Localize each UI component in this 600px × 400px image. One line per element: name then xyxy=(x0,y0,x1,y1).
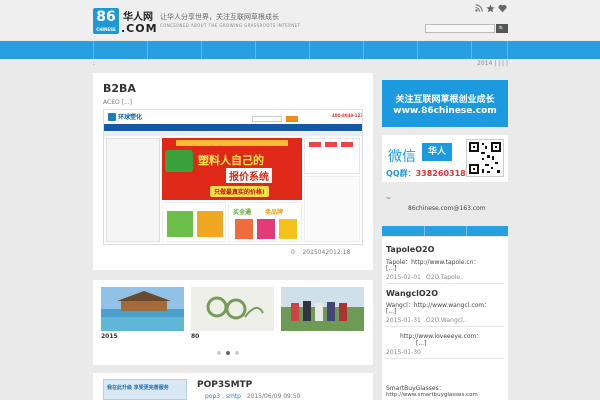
heart-icon[interactable] xyxy=(498,4,507,13)
sidebar-tabs xyxy=(382,226,508,236)
sidebar-post-text-1: Tapole：http://www.tapole.cn： xyxy=(386,259,480,266)
wechat-qq-block: 微信 华人 QQ群：338260318 xyxy=(382,135,508,182)
thumb-products xyxy=(162,202,226,242)
thumb-subnav xyxy=(104,132,362,136)
sidebar-post-text-3: http://www.loveeeye.com： xyxy=(400,333,483,340)
thumb-nav xyxy=(104,124,362,131)
thumb-banner-sub: 只做最真实的价格! xyxy=(210,186,269,197)
nav-item-3[interactable] xyxy=(201,41,255,59)
promo-banner[interactable]: 关注互联网草根创业成长 www.86chinese.com xyxy=(382,80,508,127)
slide-image-1[interactable] xyxy=(101,287,184,331)
bottom-post-date: 2015/06/09 09:50 xyxy=(246,393,301,400)
promo-line-2: www.86chinese.com xyxy=(393,106,497,116)
sidebar-post-date-3: 2015-01-30 xyxy=(386,349,421,356)
bottom-post-thumb[interactable]: 我在此升级 享受更完善服务 xyxy=(103,379,187,400)
breadcrumb-right: 2014 | | | | xyxy=(477,60,508,67)
wechat-label: 微信 xyxy=(388,149,416,165)
slide-caption-2[interactable]: 80 xyxy=(191,333,199,340)
contact-email[interactable]: 86chinese.com@163.com xyxy=(408,205,486,212)
thumb-banner-truck xyxy=(165,150,193,172)
logo-number: 86 xyxy=(96,9,116,25)
nav-item-7[interactable] xyxy=(417,41,471,59)
search-button[interactable]: 🔍 xyxy=(496,24,508,33)
slogan: 让华人分享世界，关注互联网草根成长 xyxy=(160,13,279,21)
bottom-post-tag-2[interactable]: smtp xyxy=(226,393,241,400)
slider-dot-1[interactable] xyxy=(217,351,221,355)
nav-item-6[interactable] xyxy=(363,41,417,59)
sidebar-post-list: TapoleO2O Tapole：http://www.tapole.cn： [… xyxy=(382,237,508,400)
qq-group: QQ群：338260318 xyxy=(386,168,466,179)
thumb-banner: 塑料人自己的 报价系统 只做最真实的价格! xyxy=(162,138,302,200)
nav-item-8[interactable] xyxy=(471,41,508,59)
bottom-post-meta: pop3 , smtp 2015/06/09 09:50 xyxy=(205,393,301,400)
breadcrumb: : 2014 | | | | xyxy=(93,60,508,70)
bottom-post-title[interactable]: POP3SMTP xyxy=(197,380,252,390)
thumb-buy: 买全通 xyxy=(233,209,252,216)
slide-caption-1[interactable]: 2015 xyxy=(101,333,118,340)
slide-image-3[interactable] xyxy=(281,287,364,331)
thumb-brand: 环球塑化 xyxy=(118,114,143,121)
slide-image-2[interactable] xyxy=(191,287,274,331)
nav-item-home[interactable] xyxy=(93,41,147,59)
thumb-promo: 买全通 卖品牌 xyxy=(228,202,302,242)
nav-item-2[interactable] xyxy=(147,41,201,59)
sidebar-post-text-2: Wangcl：http://www.wangcl.com： xyxy=(386,302,491,309)
thumb-banner-pill: 报价系统 xyxy=(226,168,272,183)
comment-count[interactable]: 0 xyxy=(291,249,295,256)
sidebar-dash: ~ xyxy=(386,195,392,202)
bottom-post-card: 我在此升级 享受更完善服务 POP3SMTP pop3 , smtp 2015/… xyxy=(93,373,373,400)
main-post-card: B2BA ACEO [...] 环球塑化 400-8049-123 塑料人自己的… xyxy=(93,73,373,270)
qq-label: QQ群： xyxy=(386,169,416,178)
bottom-post-tag-1[interactable]: pop3 xyxy=(205,393,220,400)
nav-item-5[interactable] xyxy=(309,41,363,59)
site-name: 华人网 xyxy=(123,12,153,23)
sidebar-post-date-1: 2015-02-01 xyxy=(386,274,421,281)
qr-code-image xyxy=(466,139,504,177)
slogan-en: CONCERNED ABOUT THE GROWING GRASSROOTS I… xyxy=(160,23,301,28)
thumb-phone: 400-8049-123 xyxy=(332,113,363,118)
sidebar-post-date-2: 2015-01-31 xyxy=(386,317,421,324)
sidebar-post-more-3[interactable]: [...] xyxy=(416,340,426,347)
qq-number: 338260318 xyxy=(415,169,466,178)
sidebar-post-more-4[interactable]: http://www.smartbuyglasses.com xyxy=(386,392,478,398)
rss-icon[interactable] xyxy=(474,4,483,13)
thumb-search xyxy=(252,116,282,122)
sidebar-post-tag-2[interactable]: O2O.Wangcl.. xyxy=(426,317,467,324)
top-bar xyxy=(0,0,600,40)
thumb-header: 环球塑化 400-8049-123 xyxy=(104,110,363,124)
site-com: .COM xyxy=(121,22,158,35)
thumb-right-top xyxy=(304,138,360,174)
thumb-left-list xyxy=(106,138,160,242)
slider-dot-2[interactable] xyxy=(226,351,230,355)
promo-line-1: 关注互联网草根创业成长 xyxy=(395,95,495,105)
post-date: 2015042012:18 xyxy=(302,249,351,256)
post-excerpt: ACEO [...] xyxy=(103,99,133,106)
logo-sub: CHINESE xyxy=(96,27,116,32)
post-thumbnail[interactable]: 环球塑化 400-8049-123 塑料人自己的 报价系统 只做最真实的价格! xyxy=(103,109,363,245)
nav-item-4[interactable] xyxy=(255,41,309,59)
thumb-right-list xyxy=(304,176,360,242)
sidebar-post-more-2[interactable]: [...] xyxy=(386,308,396,315)
thumb-banner-headline: 塑料人自己的 xyxy=(198,154,264,167)
thumb-sell: 卖品牌 xyxy=(265,209,284,216)
post-title[interactable]: B2BA xyxy=(103,82,136,95)
thumb-logo xyxy=(108,113,116,121)
slider-dot-3[interactable] xyxy=(235,351,239,355)
post-meta: 0 2015042012:18 xyxy=(291,249,350,256)
sidebar-post-title-2[interactable]: WangclO2O xyxy=(386,289,438,298)
sidebar-post-tag-1[interactable]: O2O.Tapole.. xyxy=(426,274,464,281)
slider-card: 2015 80 xyxy=(93,280,373,365)
wechat-brand: 华人 xyxy=(422,143,452,161)
search-input[interactable] xyxy=(425,24,495,33)
search-icon: 🔍 xyxy=(498,26,506,32)
site-logo[interactable]: 86 CHINESE xyxy=(93,8,119,34)
sidebar-post-more-1[interactable]: [...] xyxy=(386,265,396,272)
sidebar-post-text-4: SmartBuyGlasses： xyxy=(386,385,445,392)
sidebar-post-title-1[interactable]: TapoleO2O xyxy=(386,245,434,254)
star-icon[interactable] xyxy=(486,4,495,13)
breadcrumb-left: : xyxy=(93,60,96,67)
thumb-search-btn xyxy=(286,116,298,122)
